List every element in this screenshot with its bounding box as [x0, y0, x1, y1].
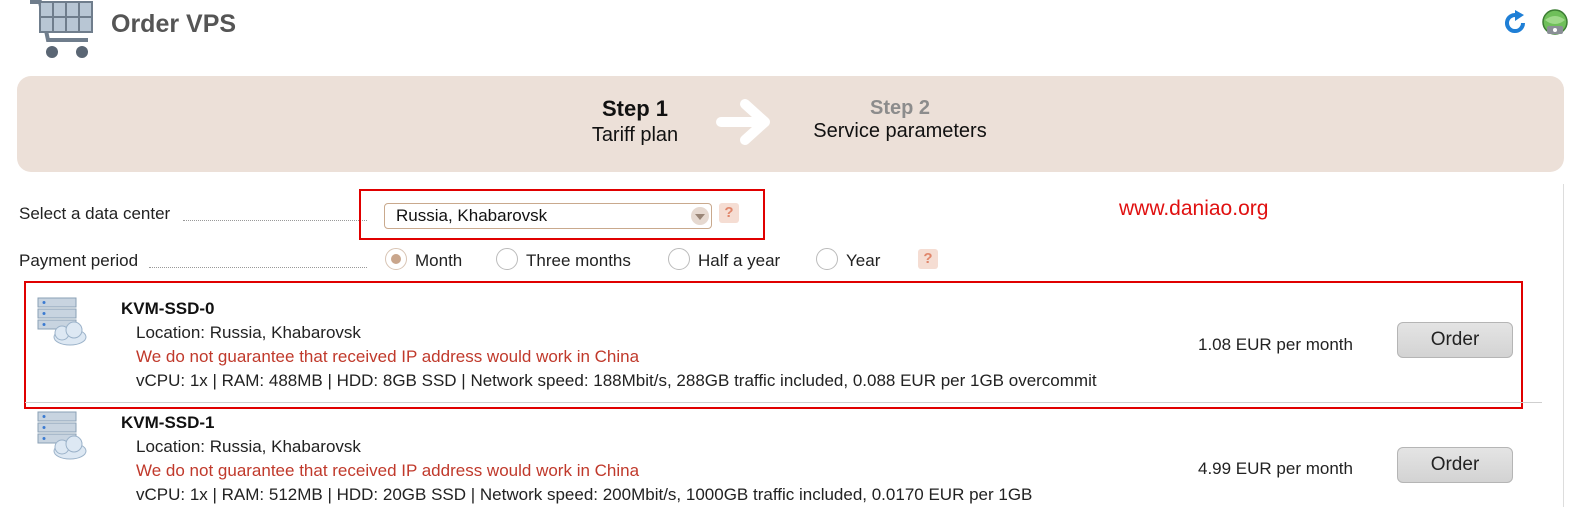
plan-name: KVM-SSD-0: [121, 299, 215, 318]
radio-half-year[interactable]: [668, 248, 690, 270]
radio-label-year[interactable]: Year: [846, 251, 880, 271]
radio-three-months[interactable]: [496, 248, 518, 270]
order-button[interactable]: Order: [1397, 322, 1513, 358]
order-button[interactable]: Order: [1397, 447, 1513, 483]
row-divider: [25, 402, 1542, 403]
step2-title: Step 2: [869, 97, 931, 119]
plan-name: KVM-SSD-1: [121, 413, 215, 432]
globe-icon[interactable]: [1541, 8, 1569, 38]
datacenter-select[interactable]: Russia, Khabarovsk: [384, 203, 712, 229]
chevron-down-icon[interactable]: [691, 207, 709, 225]
plan-price: 1.08 EUR per month: [1198, 335, 1353, 354]
plan-warning: We do not guarantee that received IP add…: [136, 347, 640, 366]
plan-specs: vCPU: 1x | RAM: 488MB | HDD: 8GB SSD | N…: [136, 371, 1097, 390]
radio-label-month[interactable]: Month: [415, 251, 462, 271]
dotted-leader: [183, 220, 367, 221]
plan-specs: vCPU: 1x | RAM: 512MB | HDD: 20GB SSD | …: [136, 485, 1033, 504]
arrow-right-icon: [716, 99, 770, 145]
radio-year[interactable]: [816, 248, 838, 270]
watermark-text: www.daniao.org: [1119, 197, 1269, 220]
step1-title: Step 1: [601, 96, 669, 121]
plan-warning: We do not guarantee that received IP add…: [136, 461, 640, 480]
shopping-cart-icon: [30, 0, 93, 58]
radio-month[interactable]: [385, 248, 407, 270]
plan-price: 4.99 EUR per month: [1198, 459, 1353, 478]
radio-label-three-months[interactable]: Three months: [526, 251, 631, 271]
help-icon[interactable]: ?: [719, 203, 739, 223]
dotted-leader: [149, 267, 367, 268]
refresh-icon[interactable]: [1502, 10, 1528, 36]
server-icon: [37, 297, 87, 346]
payment-period-label: Payment period: [19, 251, 139, 270]
plan-location: Location: Russia, Khabarovsk: [136, 437, 361, 456]
help-icon[interactable]: ?: [918, 249, 938, 269]
steps-banner: [17, 76, 1564, 172]
step2-subtitle: Service parameters: [813, 120, 987, 142]
plan-location: Location: Russia, Khabarovsk: [136, 323, 361, 342]
page-title: Order VPS: [111, 10, 237, 38]
server-icon: [37, 411, 87, 460]
scroll-edge: [1563, 184, 1564, 507]
radio-label-half-year[interactable]: Half a year: [698, 251, 780, 271]
datacenter-label: Select a data center: [19, 204, 171, 223]
step1-subtitle: Tariff plan: [591, 124, 679, 146]
